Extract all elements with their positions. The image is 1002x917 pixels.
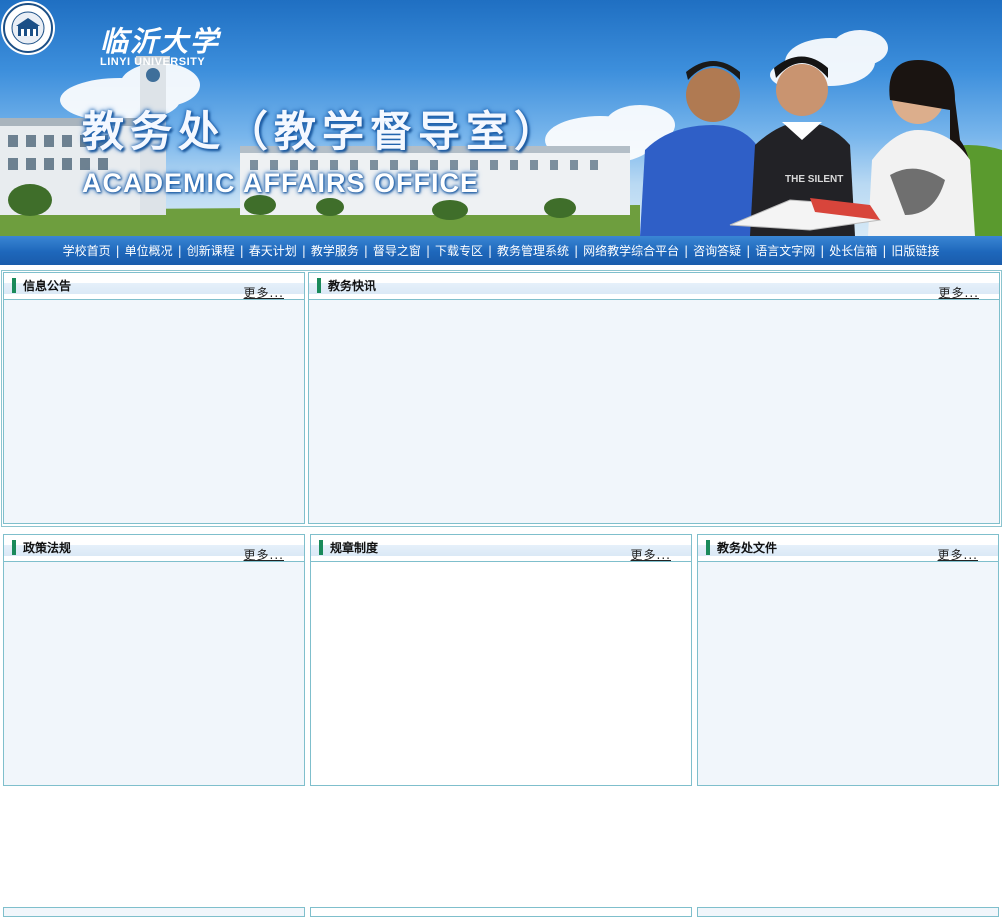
logo-english-name: LINYI UNIVERSITY	[100, 56, 206, 68]
panel-policy: 政策法规 更多...	[3, 534, 305, 786]
nav-item-innovation-courses[interactable]: 创新课程	[187, 242, 235, 259]
nav-item-language-web[interactable]: 语言文字网	[755, 242, 815, 259]
panel-header: 教务处文件 更多...	[698, 535, 998, 562]
more-link[interactable]: 更多...	[244, 284, 284, 301]
header-banner: THE SILENT 临沂大学 LINYI UNIVERSITY 教务处（教学督…	[0, 0, 1002, 236]
office-title-english: ACADEMIC AFFAIRS OFFICE	[82, 168, 479, 198]
nav-item-old-links[interactable]: 旧版链接	[891, 242, 939, 259]
nav-separator: |	[820, 243, 825, 258]
nav-separator: |	[301, 243, 306, 258]
nav-item-teaching-services[interactable]: 教学服务	[311, 242, 359, 259]
panel-files: 教务处文件 更多...	[697, 534, 999, 786]
panel-row3-right	[697, 907, 999, 917]
nav-item-home[interactable]: 学校首页	[63, 242, 111, 259]
university-seal-icon	[1, 1, 55, 55]
nav-item-academic-system[interactable]: 教务管理系统	[497, 242, 569, 259]
nav-separator: |	[239, 243, 244, 258]
panel-title: 教务处文件	[717, 541, 778, 555]
nav-separator: |	[746, 243, 751, 258]
panel-title: 政策法规	[23, 541, 72, 555]
panel-title: 教务快讯	[328, 279, 377, 293]
nav-separator: |	[177, 243, 182, 258]
panel-header: 信息公告 更多...	[4, 273, 304, 300]
nav-item-spring-plan[interactable]: 春天计划	[249, 242, 297, 259]
nav-separator: |	[882, 243, 887, 258]
title-marker	[317, 278, 321, 293]
nav-item-downloads[interactable]: 下载专区	[435, 242, 483, 259]
panel-row3-middle	[310, 907, 692, 917]
panel-notice: 信息公告 更多...	[3, 272, 305, 524]
panel-rules: 规章制度 更多...	[310, 534, 692, 786]
nav-separator: |	[363, 243, 368, 258]
panel-row3-left	[3, 907, 305, 917]
more-link[interactable]: 更多...	[631, 546, 671, 563]
title-marker	[12, 540, 16, 555]
title-marker	[12, 278, 16, 293]
main-nav: 学校首页 | 单位概况 | 创新课程 | 春天计划 | 教学服务 | 督导之窗 …	[0, 236, 1002, 265]
panel-header: 教务快讯 更多...	[309, 273, 999, 300]
nav-item-director-mailbox[interactable]: 处长信箱	[829, 242, 877, 259]
nav-item-online-platform[interactable]: 网络教学综合平台	[583, 242, 679, 259]
title-marker	[706, 540, 710, 555]
more-link[interactable]: 更多...	[938, 546, 978, 563]
panel-news: 教务快讯 更多...	[308, 272, 1000, 524]
panel-header: 规章制度 更多...	[311, 535, 691, 562]
panel-title: 规章制度	[330, 541, 379, 555]
svg-text:THE SILENT: THE SILENT	[785, 174, 843, 185]
office-title-chinese: 教务处（教学督导室）	[82, 107, 563, 156]
panel-title: 信息公告	[23, 279, 72, 293]
nav-separator: |	[425, 243, 430, 258]
nav-separator: |	[115, 243, 120, 258]
panel-header: 政策法规 更多...	[4, 535, 304, 562]
nav-separator: |	[574, 243, 579, 258]
nav-item-supervision[interactable]: 督导之窗	[373, 242, 421, 259]
nav-item-faq[interactable]: 咨询答疑	[693, 242, 741, 259]
nav-item-overview[interactable]: 单位概况	[125, 242, 173, 259]
more-link[interactable]: 更多...	[939, 284, 979, 301]
more-link[interactable]: 更多...	[244, 546, 284, 563]
nav-separator: |	[488, 243, 493, 258]
nav-separator: |	[684, 243, 689, 258]
title-marker	[319, 540, 323, 555]
logo-chinese-name: 临沂大学	[100, 25, 221, 58]
